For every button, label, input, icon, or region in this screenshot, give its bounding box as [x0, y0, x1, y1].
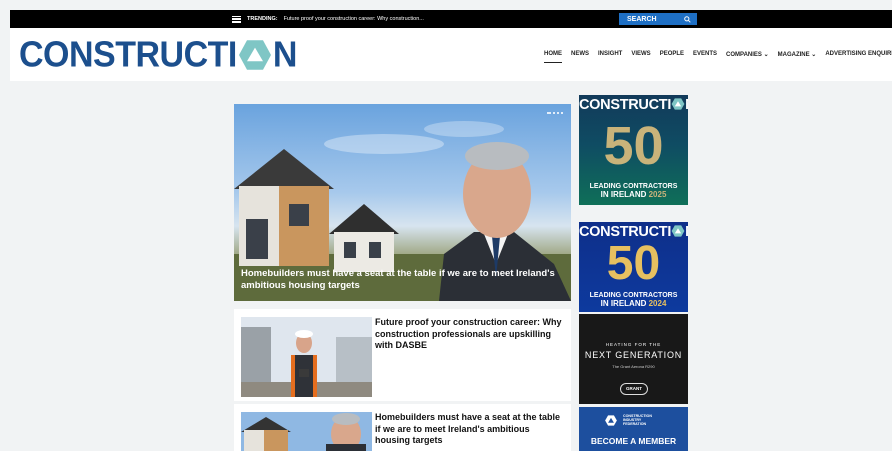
cif-member-ad[interactable]: CONSTRUCTION INDUSTRY FEDERATION BECOME … [579, 407, 688, 451]
ad-small-text: HEATING FOR THE [605, 342, 662, 347]
nav-companies[interactable]: COMPANIES ⌄ [726, 51, 769, 63]
menu-icon[interactable] [232, 15, 241, 23]
nav-home[interactable]: HOME [544, 51, 562, 63]
grant-heating-ad[interactable]: HEATING FOR THE NEXT GENERATION The Gran… [579, 314, 688, 404]
nav-views[interactable]: VIEWS [631, 51, 650, 63]
grant-logo: GRANT [620, 383, 648, 395]
main-nav: HOME NEWS INSIGHT VIEWS PEOPLE EVENTS CO… [544, 51, 892, 63]
construction-50-2025-ad[interactable]: CONSTRUCTIN 50 LEADING CONTRACTORS IN IR… [579, 95, 688, 205]
logo-text-end: N [272, 34, 298, 75]
ad-cta: BECOME A MEMBER [590, 436, 677, 446]
hero-headline[interactable]: Homebuilders must have a seat at the tab… [241, 268, 561, 292]
logo-hexagon-icon [238, 40, 271, 70]
trending-ticker[interactable]: TRENDING: Future proof your construction… [232, 14, 424, 24]
ad-headline: NEXT GENERATION [584, 350, 683, 360]
article-title[interactable]: Homebuilders must have a seat at the tab… [375, 412, 567, 447]
hexagon-icon [671, 98, 685, 110]
article-title[interactable]: Future proof your construction career: W… [375, 317, 567, 352]
top-bar: TRENDING: Future proof your construction… [10, 10, 892, 28]
cif-org-name: CONSTRUCTION INDUSTRY FEDERATION [623, 414, 652, 427]
search-icon [684, 15, 691, 23]
search-label: SEARCH [627, 15, 657, 23]
hero-slide[interactable]: Homebuilders must have a seat at the tab… [234, 104, 571, 301]
nav-events[interactable]: EVENTS [693, 51, 717, 63]
article-thumbnail[interactable] [241, 317, 372, 397]
ad-line2: IN IRELAND 2025 [600, 190, 667, 199]
slider-dots[interactable] [547, 112, 563, 114]
logo-text: CONSTRUCTI [19, 34, 237, 75]
search-button[interactable]: SEARCH [619, 13, 697, 25]
site-header: CONSTRUCTI N HOME NEWS INSIGHT VIEWS PEO… [10, 28, 892, 81]
ad-subtext: The Grant Aerona R290 [612, 364, 655, 369]
article-card[interactable]: Future proof your construction career: W… [234, 309, 571, 401]
trending-label: TRENDING: [247, 16, 278, 22]
ad-line2: IN IRELAND 2024 [600, 299, 667, 308]
ad-title: CONSTRUCTIN [579, 97, 688, 113]
nav-insight[interactable]: INSIGHT [598, 51, 622, 63]
ad-number: 50 [606, 237, 661, 290]
article-thumbnail[interactable] [241, 412, 372, 451]
worker-image [241, 317, 372, 397]
nav-people[interactable]: PEOPLE [660, 51, 684, 63]
cif-logo-icon [605, 415, 617, 426]
trending-headline[interactable]: Future proof your construction career: W… [284, 16, 424, 22]
homebuilders-image [241, 412, 372, 451]
ad-number: 50 [603, 116, 664, 176]
nav-advertising[interactable]: ADVERTISING ENQUIRIES [825, 51, 892, 63]
construction-50-2024-ad[interactable]: CONSTRUCTIN 50 LEADING CONTRACTORS IN IR… [579, 222, 688, 312]
site-logo[interactable]: CONSTRUCTI N [19, 34, 298, 75]
nav-magazine[interactable]: MAGAZINE ⌄ [778, 51, 817, 63]
article-card[interactable]: Homebuilders must have a seat at the tab… [234, 404, 571, 451]
hexagon-icon [671, 225, 685, 237]
nav-news[interactable]: NEWS [571, 51, 589, 63]
